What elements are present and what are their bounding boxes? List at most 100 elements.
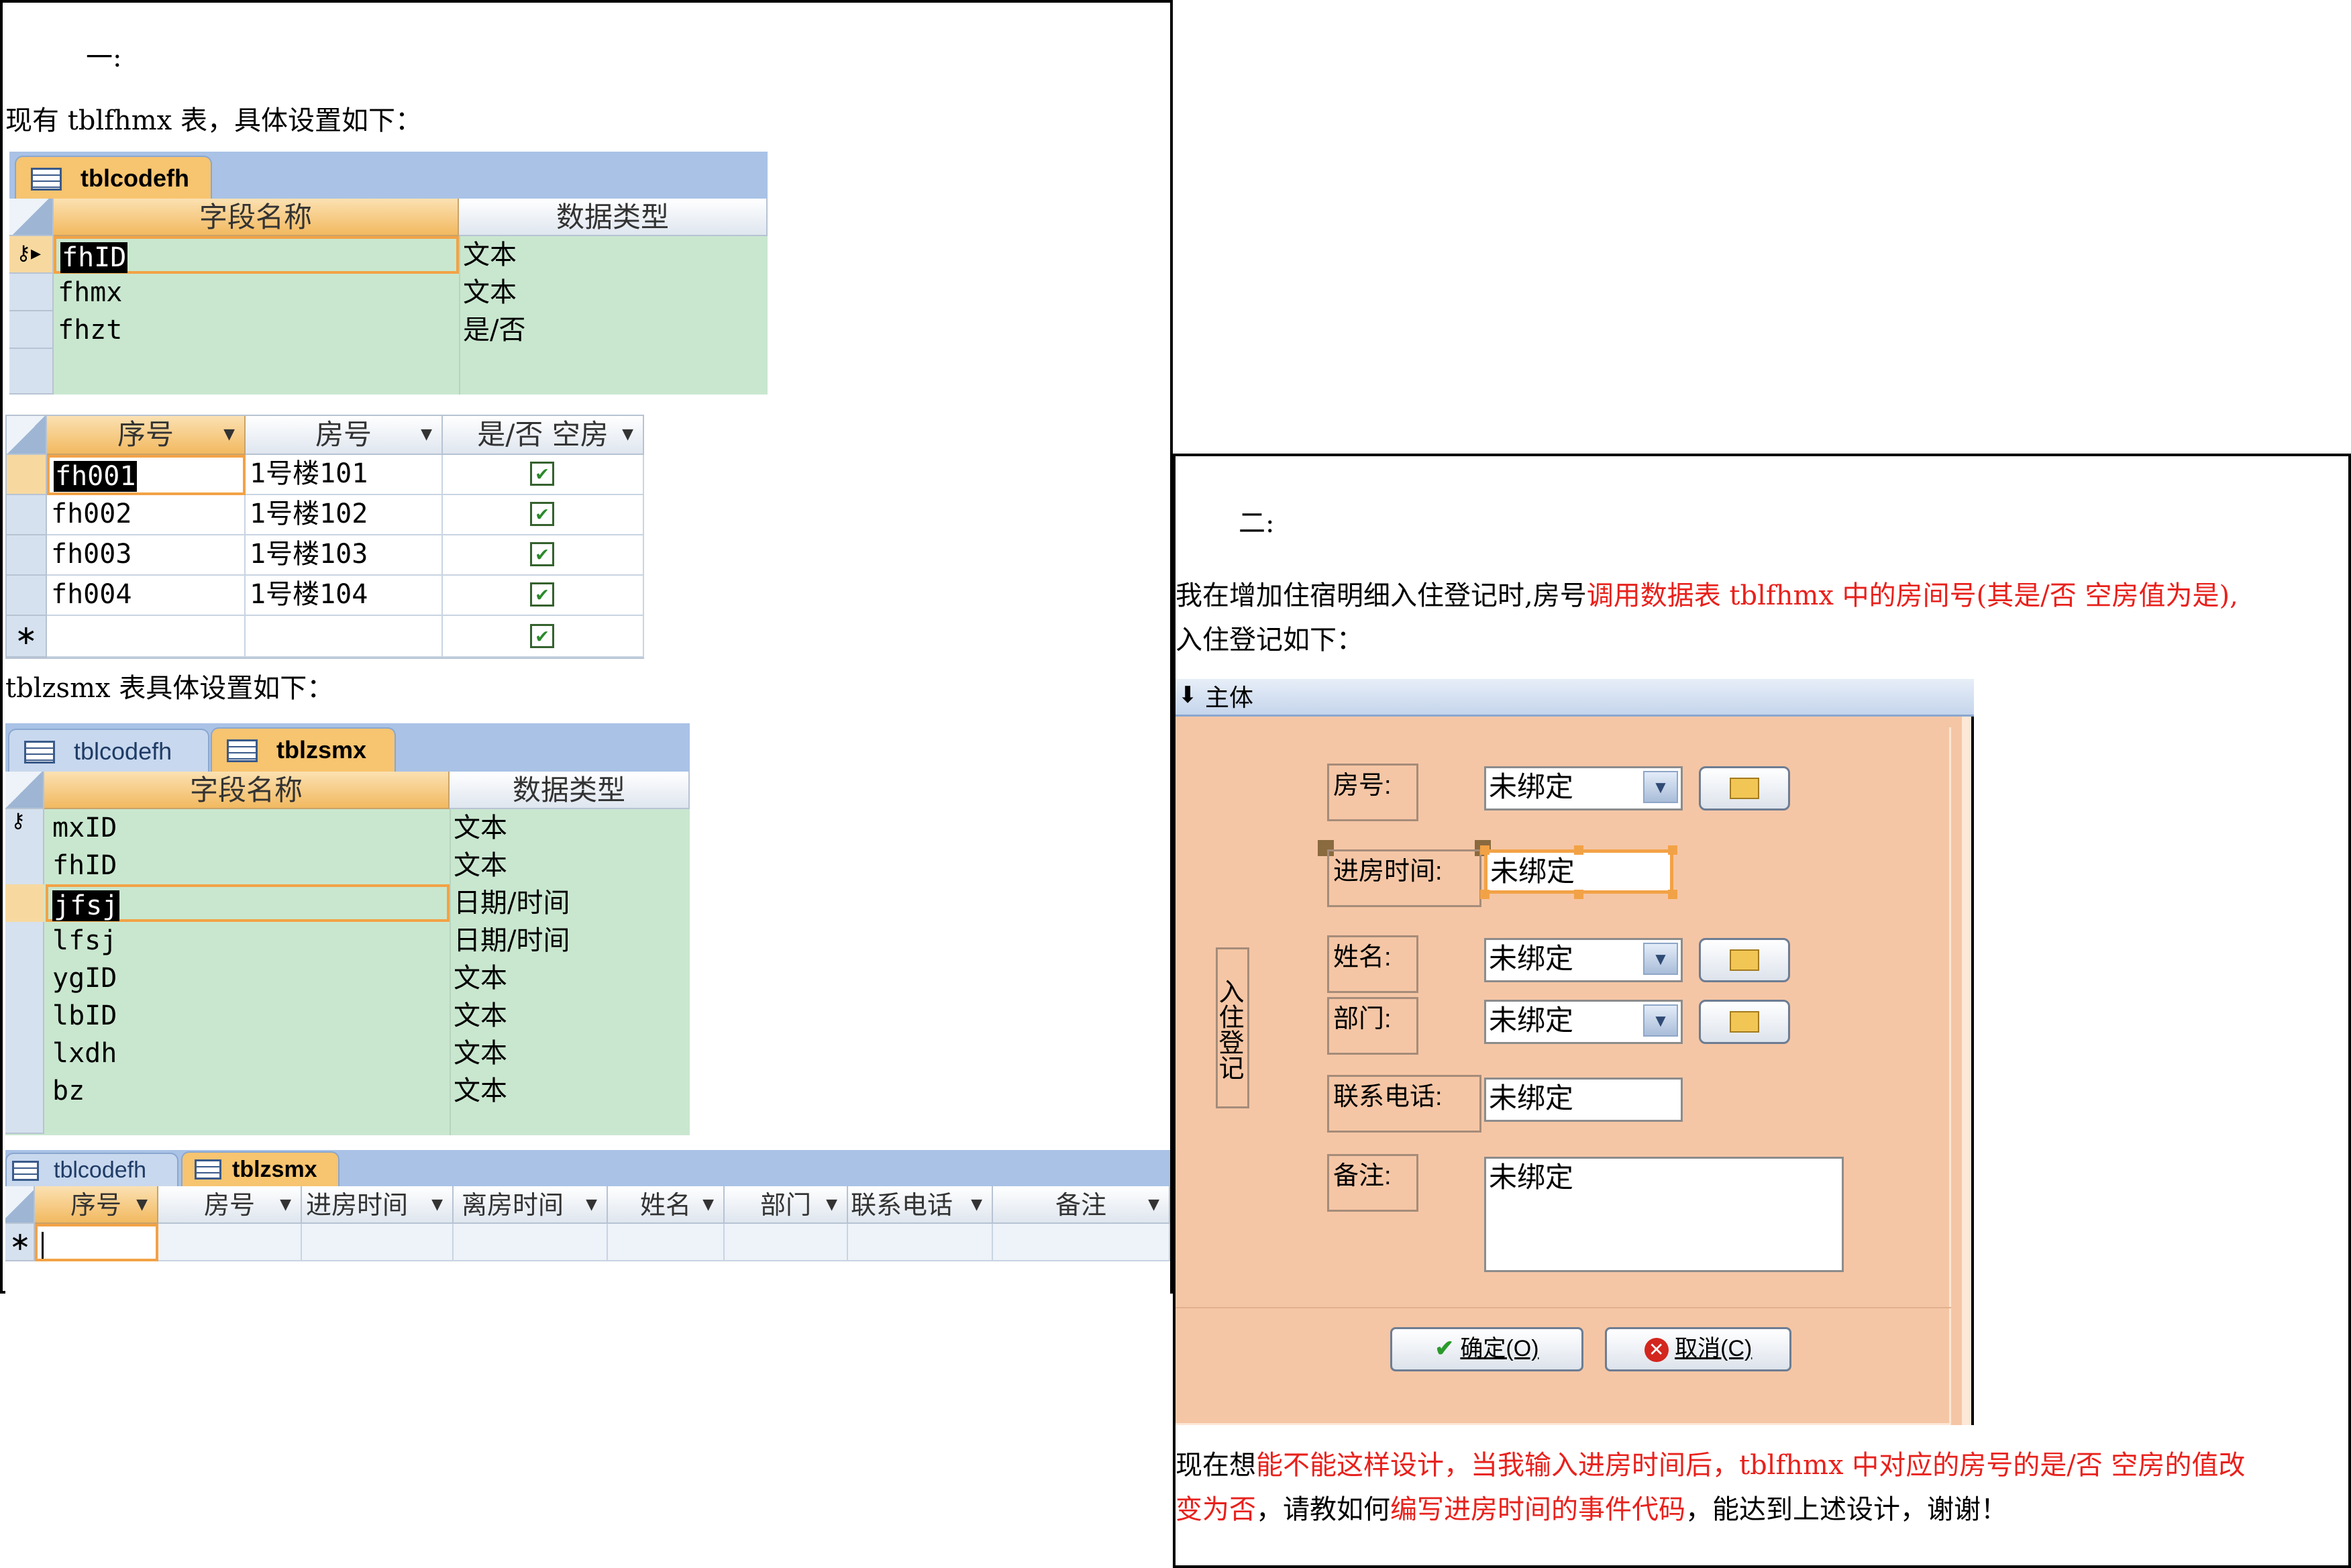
field-name-cell[interactable]: bz <box>48 1072 450 1110</box>
room-cell[interactable]: 1号楼102 <box>246 495 443 535</box>
selection-handle[interactable] <box>1668 890 1677 899</box>
room-cell[interactable] <box>246 616 443 658</box>
col-header-seq[interactable]: 序号 ▼ <box>47 416 246 455</box>
selection-handle[interactable] <box>1574 845 1583 855</box>
field-name-cell[interactable]: fhID <box>54 236 459 274</box>
dropdown-arrow-icon[interactable]: ▼ <box>586 1186 597 1224</box>
room-combo[interactable]: 未绑定 ▼ <box>1484 766 1683 811</box>
vacant-checkbox[interactable]: ✔ <box>530 624 554 648</box>
seq-cell[interactable] <box>47 616 246 658</box>
data-type-cell[interactable]: 日期/时间 <box>450 884 690 922</box>
col-header-room[interactable]: 房号 ▼ <box>158 1186 302 1224</box>
col-header-seq[interactable]: 序号 ▼ <box>35 1186 158 1224</box>
name-cell[interactable] <box>608 1224 725 1261</box>
row-selector[interactable] <box>9 349 54 395</box>
col-header-data-type[interactable]: 数据类型 <box>459 199 768 236</box>
dropdown-arrow-icon[interactable]: ▼ <box>136 1186 148 1224</box>
col-header-dept[interactable]: 部门 ▼ <box>725 1186 848 1224</box>
tab-tblcodefh[interactable]: tblcodefh <box>15 156 212 199</box>
dropdown-arrow-icon[interactable]: ▼ <box>971 1186 982 1224</box>
selection-handle[interactable] <box>1574 890 1583 899</box>
checkin-textbox[interactable]: 未绑定 <box>1484 849 1673 894</box>
field-name-cell[interactable]: fhmx <box>54 274 459 311</box>
vacant-checkbox[interactable]: ✔ <box>530 502 554 526</box>
col-header-field-name[interactable]: 字段名称 <box>54 199 459 236</box>
data-type-cell[interactable]: 文本 <box>450 809 690 847</box>
seq-input-cell[interactable] <box>35 1224 158 1261</box>
vacant-cell[interactable]: ✔ <box>443 535 644 576</box>
field-name-cell[interactable]: lbID <box>48 997 450 1035</box>
note-cell[interactable] <box>993 1224 1170 1261</box>
dropdown-arrow-icon[interactable]: ▼ <box>421 416 432 454</box>
dept-lookup-button[interactable] <box>1699 1000 1790 1044</box>
ok-button[interactable]: ✔ 确定(O) <box>1390 1327 1583 1371</box>
row-selector[interactable] <box>7 455 47 495</box>
row-selector[interactable] <box>7 535 47 576</box>
data-type-cell[interactable]: 文本 <box>459 236 768 274</box>
data-type-cell[interactable]: 文本 <box>450 959 690 997</box>
row-selector[interactable] <box>7 495 47 535</box>
checkin-cell[interactable] <box>302 1224 454 1261</box>
seq-cell[interactable]: fh004 <box>47 576 246 616</box>
data-type-cell[interactable]: 文本 <box>450 1035 690 1072</box>
data-type-cell[interactable]: 文本 <box>459 274 768 311</box>
field-name-cell[interactable]: fhzt <box>54 311 459 349</box>
seq-cell[interactable]: fh003 <box>47 535 246 576</box>
dropdown-arrow-icon[interactable]: ▼ <box>702 1186 714 1224</box>
room-cell[interactable]: 1号楼103 <box>246 535 443 576</box>
checkout-cell[interactable] <box>454 1224 608 1261</box>
col-header-data-type[interactable]: 数据类型 <box>450 772 690 809</box>
room-cell[interactable] <box>158 1224 302 1261</box>
room-lookup-button[interactable] <box>1699 766 1790 811</box>
select-all-corner[interactable] <box>7 416 47 455</box>
vacant-cell[interactable]: ✔ <box>443 455 644 495</box>
tab-tblcodefh[interactable]: tblcodefh <box>5 1153 178 1186</box>
data-type-cell[interactable]: 文本 <box>450 997 690 1035</box>
new-row-selector[interactable]: ∗ <box>5 1224 35 1261</box>
room-cell[interactable]: 1号楼101 <box>246 455 443 495</box>
field-name-cell[interactable]: fhID <box>48 847 450 884</box>
col-header-note[interactable]: 备注 ▼ <box>993 1186 1170 1224</box>
data-type-cell[interactable]: 日期/时间 <box>450 922 690 959</box>
note-textarea[interactable]: 未绑定 <box>1484 1157 1844 1272</box>
vacant-cell[interactable]: ✔ <box>443 616 644 658</box>
row-selector[interactable] <box>9 274 54 311</box>
select-all-corner[interactable] <box>5 1186 35 1224</box>
field-name-cell[interactable]: mxID <box>48 809 450 847</box>
dept-combo[interactable]: 未绑定 ▼ <box>1484 1000 1683 1044</box>
name-combo[interactable]: 未绑定 ▼ <box>1484 938 1683 982</box>
dropdown-arrow-icon[interactable]: ▼ <box>431 1186 443 1224</box>
tab-tblzsmx[interactable]: tblzsmx <box>181 1151 339 1186</box>
dropdown-arrow-icon[interactable]: ▼ <box>826 1186 837 1224</box>
row-selector[interactable]: ⚷▸ <box>9 236 54 274</box>
vacant-cell[interactable]: ✔ <box>443 576 644 616</box>
seq-cell[interactable]: fh002 <box>47 495 246 535</box>
section-bar[interactable]: ⬇ 主体 <box>1176 679 1974 717</box>
phone-textbox[interactable]: 未绑定 <box>1484 1078 1683 1122</box>
vacant-checkbox[interactable]: ✔ <box>530 542 554 566</box>
data-type-cell[interactable]: 是/否 <box>459 311 768 349</box>
tab-tblcodefh[interactable]: tblcodefh <box>8 729 209 772</box>
dept-cell[interactable] <box>725 1224 848 1261</box>
data-type-cell[interactable]: 文本 <box>450 847 690 884</box>
new-row-selector[interactable]: ∗ <box>7 616 47 658</box>
select-all-corner[interactable] <box>9 199 54 236</box>
col-header-vacant[interactable]: 是/否 空房 ▼ <box>443 416 644 455</box>
room-cell[interactable]: 1号楼104 <box>246 576 443 616</box>
col-header-field-name[interactable]: 字段名称 <box>44 772 450 809</box>
row-selector[interactable] <box>5 809 44 1134</box>
name-lookup-button[interactable] <box>1699 938 1790 982</box>
seq-cell[interactable]: fh001 <box>47 455 246 495</box>
field-name-cell[interactable]: jfsj <box>46 884 450 922</box>
field-name-cell[interactable]: lfsj <box>48 922 450 959</box>
data-type-cell[interactable]: 文本 <box>450 1072 690 1110</box>
col-header-checkout[interactable]: 离房时间 ▼ <box>454 1186 608 1224</box>
dropdown-arrow-icon[interactable]: ▼ <box>622 416 633 454</box>
col-header-checkin[interactable]: 进房时间 ▼ <box>302 1186 454 1224</box>
chevron-down-icon[interactable]: ▼ <box>1643 771 1678 803</box>
selection-handle[interactable] <box>1480 890 1490 899</box>
tab-tblzsmx[interactable]: tblzsmx <box>211 727 396 772</box>
field-name-cell[interactable]: ygID <box>48 959 450 997</box>
col-header-name[interactable]: 姓名 ▼ <box>608 1186 725 1224</box>
dropdown-arrow-icon[interactable]: ▼ <box>1148 1186 1159 1224</box>
